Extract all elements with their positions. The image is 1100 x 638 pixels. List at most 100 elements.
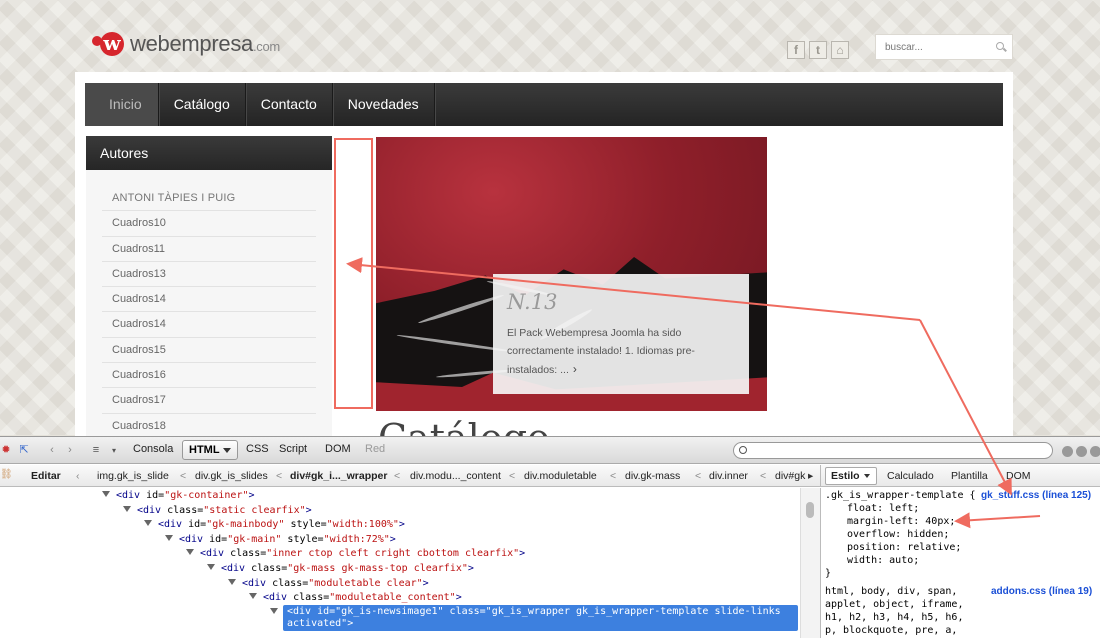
css-prop[interactable]: overflow: hidden; bbox=[825, 529, 949, 542]
forward-icon[interactable]: › bbox=[62, 443, 78, 458]
sidebar-item[interactable]: Cuadros14 bbox=[102, 287, 316, 313]
css-source-link[interactable]: gk_stuff.css (línea 125) bbox=[981, 490, 1091, 503]
expand-toggle-icon[interactable] bbox=[186, 549, 194, 556]
nav-item-inicio[interactable]: Inicio bbox=[85, 83, 159, 126]
sidebar-list: ANTONI TÀPIES I PUIG Cuadros10 Cuadros11… bbox=[102, 186, 316, 439]
inspect-icon[interactable]: ⇱ bbox=[16, 443, 32, 458]
expand-toggle-icon[interactable] bbox=[228, 578, 236, 585]
nav-item-catalogo[interactable]: Catálogo bbox=[159, 83, 246, 126]
sidebar-item[interactable]: Cuadros14 bbox=[102, 312, 316, 338]
detach-icon[interactable] bbox=[1076, 446, 1087, 457]
tab-dom[interactable]: DOM bbox=[325, 443, 351, 455]
back-icon[interactable]: ‹ bbox=[44, 443, 60, 458]
css-prop[interactable]: margin-left: 40px; bbox=[825, 516, 955, 529]
edit-button[interactable]: Editar bbox=[31, 470, 61, 482]
sidebar-item-author[interactable]: ANTONI TÀPIES I PUIG bbox=[102, 186, 316, 212]
tree-node[interactable]: <div class="gk-mass gk-mass-top clearfix… bbox=[207, 562, 474, 577]
chevron-down-icon[interactable]: ▾ bbox=[106, 443, 122, 458]
pin-icon[interactable]: ⛓ bbox=[0, 469, 13, 480]
tab-plantilla[interactable]: Plantilla bbox=[951, 470, 988, 482]
tree-node[interactable]: <div id="gk-mainbody" style="width:100%"… bbox=[144, 518, 405, 533]
slide-text: El Pack Webempresa Joomla ha sido correc… bbox=[507, 327, 695, 376]
crumb-item[interactable]: img.gk_is_slide bbox=[97, 470, 169, 482]
sidebar-autores: Autores ANTONI TÀPIES I PUIG Cuadros10 C… bbox=[86, 136, 332, 439]
css-prop[interactable]: float: left; bbox=[825, 503, 919, 516]
slide-caption: N.13 El Pack Webempresa Joomla ha sido c… bbox=[493, 274, 749, 394]
close-icon[interactable] bbox=[1090, 446, 1100, 457]
tab-dom-side[interactable]: DOM bbox=[1006, 470, 1031, 482]
tree-node[interactable]: <div class="static clearfix"> bbox=[123, 504, 312, 519]
css-prop[interactable]: width: auto; bbox=[825, 555, 919, 568]
tab-calculado[interactable]: Calculado bbox=[887, 470, 934, 482]
nav-item-contacto[interactable]: Contacto bbox=[246, 83, 333, 126]
main-nav: Inicio Catálogo Contacto Novedades bbox=[85, 83, 1003, 126]
side-panel-tabs: Estilo Calculado Plantilla DOM bbox=[820, 465, 1100, 487]
crumb-item[interactable]: div.moduletable bbox=[524, 470, 597, 482]
firebug-toolbar: ✹ ⇱ ‹ › ≡ ▾ Consola HTML CSS Script DOM … bbox=[0, 437, 1100, 464]
sidebar-item[interactable]: Cuadros11 bbox=[102, 237, 316, 262]
menu-icon[interactable]: ≡ bbox=[88, 443, 104, 458]
nav-item-novedades[interactable]: Novedades bbox=[333, 83, 435, 126]
tree-node[interactable]: <div id="gk-container"> bbox=[102, 489, 255, 504]
breadcrumb: ⛓ Editar ‹ img.gk_is_slide < div.gk_is_s… bbox=[0, 465, 820, 487]
css-selector: p, blockquote, pre, a, bbox=[825, 625, 958, 636]
sidebar-item[interactable]: Cuadros13 bbox=[102, 262, 316, 288]
tree-scrollbar[interactable] bbox=[800, 488, 820, 638]
social-icons: f t ⌂ bbox=[787, 41, 849, 59]
tree-node[interactable]: <div class="inner ctop cleft cright cbot… bbox=[186, 547, 525, 562]
css-prop[interactable]: position: relative; bbox=[825, 542, 961, 555]
css-style-panel: .gk_is_wrapper-template { gk_stuff.css (… bbox=[820, 488, 1100, 638]
search-icon bbox=[739, 446, 747, 454]
tab-consola[interactable]: Consola bbox=[133, 443, 173, 455]
html-tree: <div id="gk-container"> <div class="stati… bbox=[0, 488, 800, 638]
site-search bbox=[875, 34, 1013, 60]
expand-toggle-icon[interactable] bbox=[102, 491, 110, 497]
crumb-item[interactable]: div.gk_is_slides bbox=[195, 470, 268, 482]
tree-node[interactable]: <div id="gk-main" style="width:72%"> bbox=[165, 533, 396, 548]
expand-toggle-icon[interactable] bbox=[165, 534, 173, 541]
minimize-icon[interactable] bbox=[1062, 446, 1073, 457]
crumb-item[interactable]: div.gk-mass bbox=[625, 470, 680, 482]
css-selector[interactable]: html, body, div, span, bbox=[825, 586, 957, 599]
expand-toggle-icon[interactable] bbox=[144, 520, 152, 527]
expand-toggle-icon[interactable] bbox=[207, 564, 215, 570]
firebug-search-input[interactable] bbox=[733, 442, 1053, 459]
webempresa-logo-icon: w bbox=[92, 30, 126, 58]
expand-toggle-icon[interactable] bbox=[249, 593, 257, 600]
lock-icon[interactable]: ⌂ bbox=[831, 41, 849, 59]
firebug-bug-icon[interactable]: ✹ bbox=[0, 443, 14, 458]
sidebar-item[interactable]: Cuadros10 bbox=[102, 211, 316, 237]
crumb-item[interactable]: div.inner bbox=[709, 470, 748, 482]
expand-toggle-icon[interactable] bbox=[270, 606, 284, 621]
firebug-panel: ✹ ⇱ ‹ › ≡ ▾ Consola HTML CSS Script DOM … bbox=[0, 436, 1100, 638]
twitter-icon[interactable]: t bbox=[809, 41, 827, 59]
css-source-link[interactable]: addons.css (línea 19) bbox=[991, 586, 1092, 599]
css-selector[interactable]: .gk_is_wrapper-template { bbox=[825, 490, 976, 503]
crumb-item[interactable]: div#gk bbox=[775, 470, 805, 482]
slide-title[interactable]: N.13 bbox=[507, 290, 735, 314]
window-controls bbox=[1062, 446, 1100, 457]
search-icon[interactable] bbox=[996, 42, 1004, 50]
sidebar-item[interactable]: Cuadros15 bbox=[102, 338, 316, 364]
tree-node[interactable]: <div class="moduletable clear"> bbox=[228, 577, 429, 592]
sidebar-item[interactable]: Cuadros17 bbox=[102, 388, 316, 414]
tab-script[interactable]: Script bbox=[279, 443, 307, 455]
css-selector: h1, h2, h3, h4, h5, h6, bbox=[825, 612, 964, 623]
logo-text: webempresa.com bbox=[130, 31, 280, 56]
tree-node[interactable]: <div class="moduletable_content"> bbox=[249, 591, 462, 606]
search-input[interactable] bbox=[876, 35, 986, 59]
expand-toggle-icon[interactable] bbox=[123, 505, 131, 512]
site-logo[interactable]: w webempresa.com bbox=[92, 28, 280, 60]
read-more-link[interactable]: › bbox=[573, 362, 577, 376]
tab-html[interactable]: HTML bbox=[182, 440, 238, 460]
tree-node-selected[interactable]: <div id="gk_is-newsimage1" class="gk_is_… bbox=[283, 605, 798, 631]
crumb-item[interactable]: div.modu..._content bbox=[410, 470, 501, 482]
scrollbar-thumb[interactable] bbox=[806, 502, 814, 518]
tab-estilo[interactable]: Estilo bbox=[825, 467, 877, 485]
tab-red[interactable]: Red bbox=[365, 443, 385, 455]
tab-css[interactable]: CSS bbox=[246, 443, 269, 455]
sidebar-item[interactable]: Cuadros16 bbox=[102, 363, 316, 389]
css-selector: applet, object, iframe, bbox=[825, 599, 964, 610]
crumb-item-active[interactable]: div#gk_i..._wrapper bbox=[290, 470, 387, 482]
facebook-icon[interactable]: f bbox=[787, 41, 805, 59]
